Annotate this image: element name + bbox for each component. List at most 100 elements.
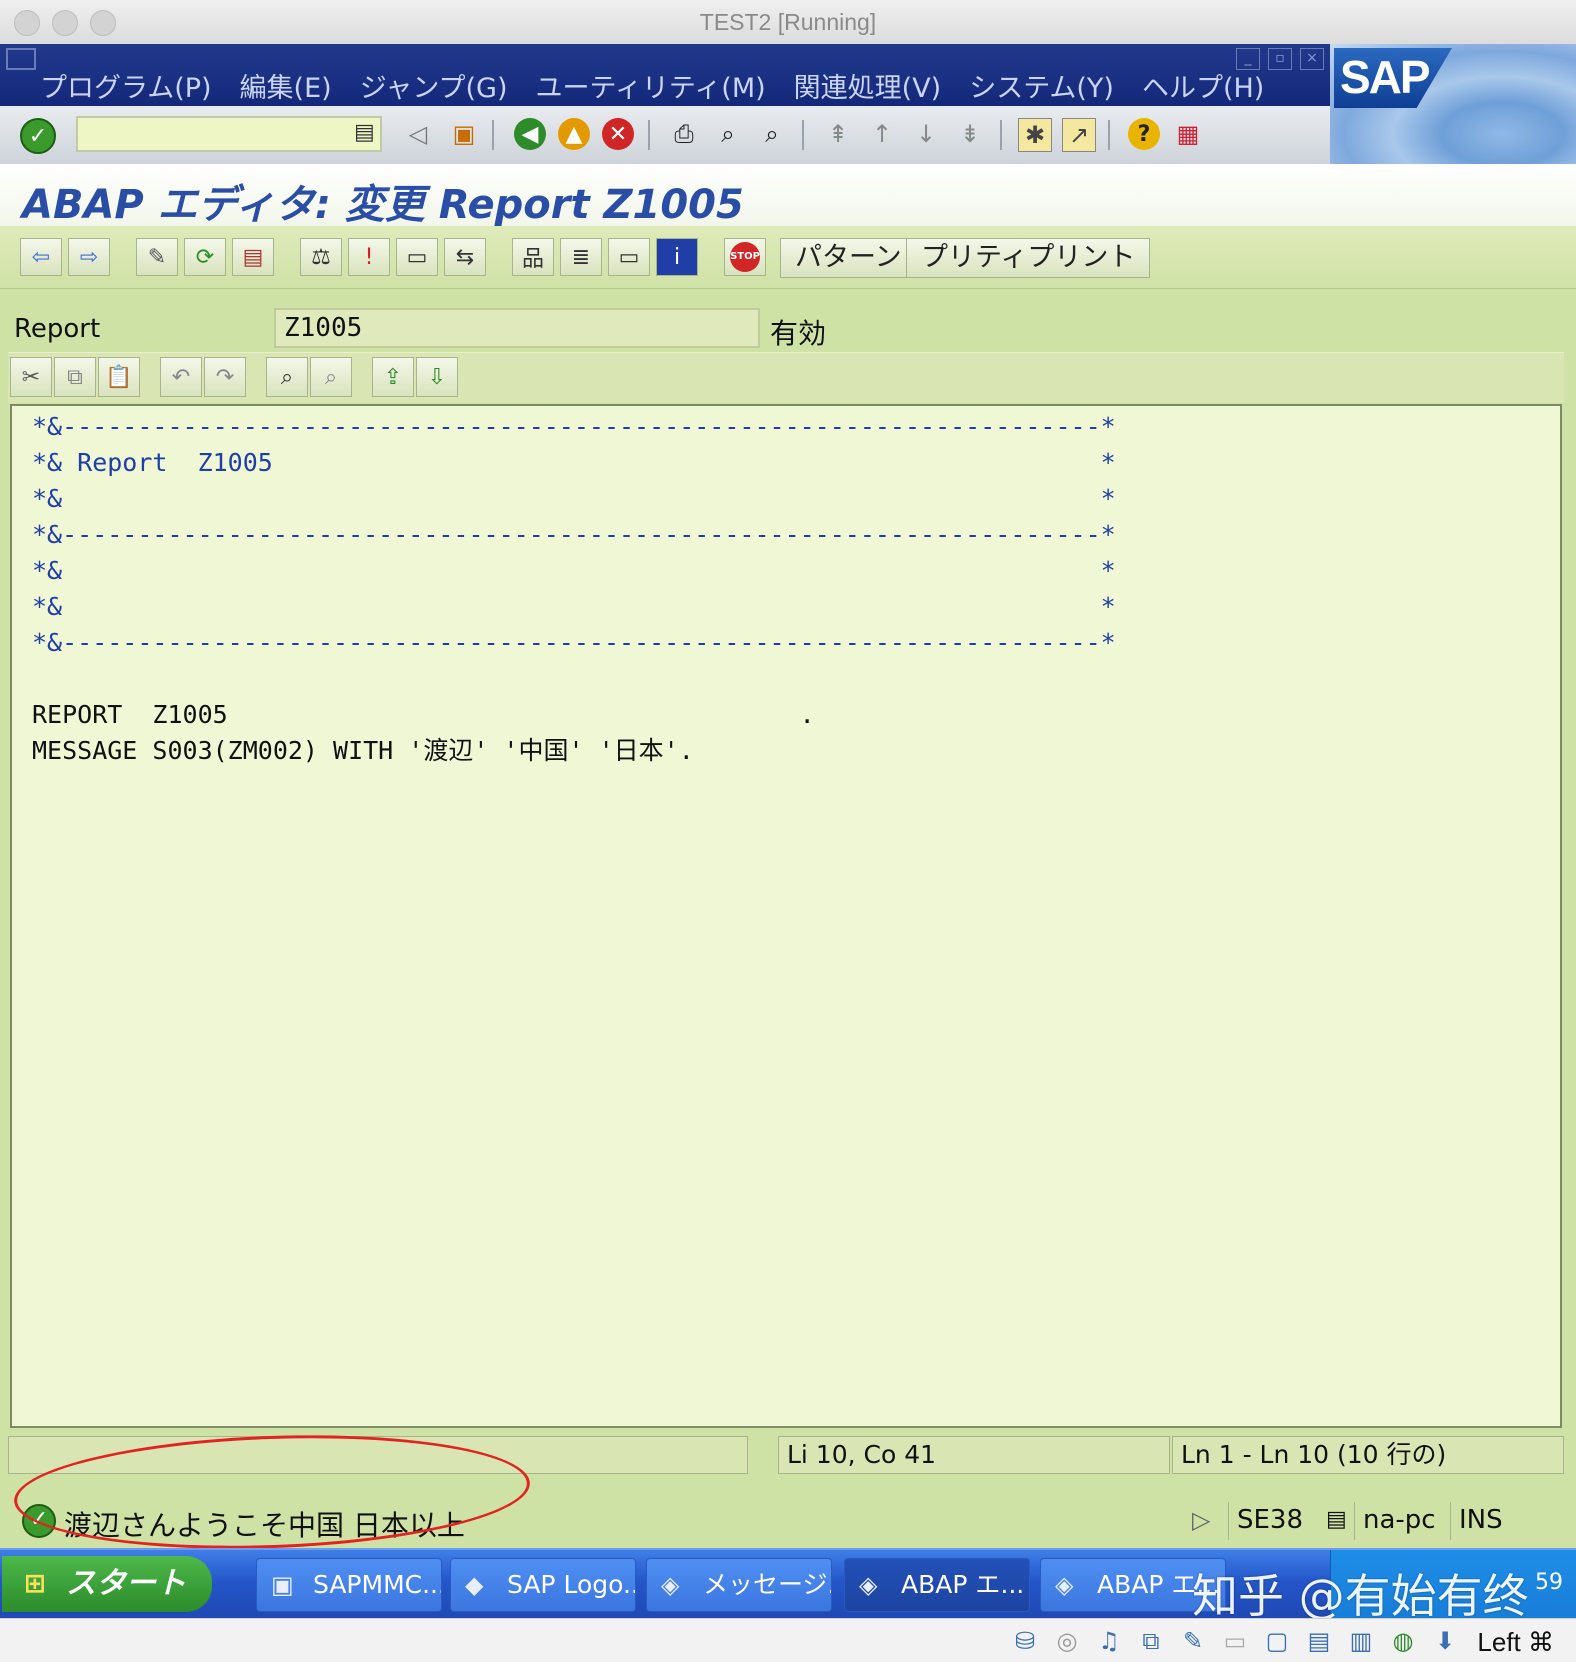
taskbar-item-sap-logon[interactable]: ◆ SAP Logo... <box>450 1558 636 1612</box>
save-icon[interactable]: ▣ <box>448 118 480 150</box>
menu-environment[interactable]: 関連処理(V) <box>794 66 942 105</box>
cpu-icon[interactable]: ▥ <box>1346 1627 1376 1655</box>
menu-utilities[interactable]: ユーティリティ(M) <box>536 66 766 105</box>
back-icon[interactable]: ◀ <box>514 118 546 150</box>
guest-additions-icon[interactable]: ◍ <box>1388 1627 1418 1655</box>
check-syntax-icon[interactable]: ⚖ <box>300 238 342 276</box>
shortcut-icon[interactable]: ↗ <box>1062 118 1096 152</box>
layout-menu-icon[interactable]: ▦ <box>1172 118 1204 150</box>
taskbar-item-messages[interactable]: ◈ メッセージ... <box>646 1558 832 1612</box>
display-object-list-icon[interactable]: ▭ <box>608 238 650 276</box>
object-list-icon[interactable]: 品 <box>512 238 554 276</box>
menu-edit[interactable]: 編集(E) <box>240 66 332 105</box>
sap-logon-icon: ◆ <box>465 1571 484 1599</box>
server-name: na-pc <box>1354 1502 1450 1540</box>
command-field[interactable] <box>76 116 382 152</box>
taskbar-item-sapmmc[interactable]: ▣ SAPMMC... <box>256 1558 442 1612</box>
display-icon[interactable]: ▢ <box>1262 1627 1292 1655</box>
cancel-icon[interactable]: ✕ <box>602 118 634 150</box>
breakpoint-stop-icon[interactable]: STOP <box>724 238 766 276</box>
sap-gui-icon: ◈ <box>1055 1571 1074 1599</box>
network-icon[interactable]: ⧉ <box>1136 1627 1166 1655</box>
shared-folder-icon[interactable]: ▭ <box>1220 1627 1250 1655</box>
undo-icon[interactable]: ↶ <box>160 357 202 397</box>
mouse-integration-icon[interactable]: ⬇ <box>1430 1627 1460 1655</box>
test-icon[interactable]: ▭ <box>396 238 438 276</box>
active-inactive-icon[interactable]: ⟳ <box>184 238 226 276</box>
code-line[interactable]: REPORT Z1005 . <box>32 700 815 730</box>
windows-logo-icon: ⊞ <box>24 1569 46 1599</box>
minimize-icon[interactable]: _ <box>1236 48 1260 70</box>
insert-mode[interactable]: INS <box>1450 1502 1530 1540</box>
paste-icon[interactable]: 📋 <box>98 357 140 397</box>
code-line[interactable]: *& * <box>32 556 1116 586</box>
find-next-icon[interactable]: ⌕ <box>756 118 788 150</box>
start-label: スタート <box>66 1566 186 1601</box>
system-menu-icon[interactable] <box>6 48 36 70</box>
new-session-icon[interactable]: ✱ <box>1018 118 1052 152</box>
report-label: Report <box>14 314 101 344</box>
tray-clock: 59 <box>1535 1570 1563 1595</box>
audio-icon[interactable]: ♫ <box>1094 1627 1124 1655</box>
redo-icon[interactable]: ↷ <box>204 357 246 397</box>
other-object-icon[interactable]: ▤ <box>232 238 274 276</box>
vm-window: TEST2 [Running] プログラム(P) 編集(E) ジャンプ(G) ユ… <box>0 0 1576 1662</box>
transaction-code: SE38 <box>1228 1502 1328 1540</box>
taskbar-item-abap-editor-active[interactable]: ◈ ABAP エ... <box>844 1558 1030 1612</box>
menu-help[interactable]: ヘルプ(H) <box>1142 66 1264 105</box>
download-icon[interactable]: ⇩ <box>416 357 458 397</box>
editor-toolbar: ✂ ⧉ 📋 ↶ ↷ ⌕ ⌕ ⇪ ⇩ <box>8 352 1564 403</box>
mac-title-bar: TEST2 [Running] <box>0 0 1576 45</box>
code-line[interactable]: *&--------------------------------------… <box>32 520 1116 550</box>
status-expand-icon[interactable]: ▷ <box>1184 1502 1210 1540</box>
pretty-print-button[interactable]: プリティプリント <box>906 238 1151 278</box>
code-editor[interactable]: *&--------------------------------------… <box>10 404 1562 1428</box>
next-page-icon[interactable]: ↓ <box>910 118 942 150</box>
restore-icon[interactable]: ▫ <box>1268 48 1292 70</box>
video-capture-icon[interactable]: ▤ <box>1304 1627 1334 1655</box>
activate-icon[interactable]: ! <box>348 238 390 276</box>
exit-icon[interactable]: ▲ <box>558 118 590 150</box>
system-info-icon[interactable]: ▤ <box>1318 1502 1348 1540</box>
first-page-icon[interactable]: ⇞ <box>822 118 854 150</box>
usb-icon[interactable]: ✎ <box>1178 1627 1208 1655</box>
session-window-controls: _ ▫ × <box>1236 48 1324 70</box>
menu-goto[interactable]: ジャンプ(G) <box>360 66 508 105</box>
code-line[interactable]: *& * <box>32 592 1116 622</box>
previous-page-icon[interactable]: ↑ <box>866 118 898 150</box>
find-replace-icon[interactable]: ⌕ <box>266 357 308 397</box>
copy-icon[interactable]: ⧉ <box>54 357 96 397</box>
forward-arrow-icon[interactable]: ⇨ <box>68 238 110 276</box>
help-icon[interactable]: ? <box>1128 118 1160 150</box>
where-used-icon[interactable]: ⇆ <box>444 238 486 276</box>
previous-icon[interactable]: ◁ <box>402 118 434 150</box>
watermark: 知乎 @有始有终 <box>1192 1569 1529 1623</box>
navigation-window-icon[interactable]: ≣ <box>560 238 602 276</box>
hard-disk-icon[interactable]: ⛁ <box>1010 1627 1040 1655</box>
info-icon[interactable]: i <box>656 238 698 276</box>
code-line[interactable]: *&--------------------------------------… <box>32 412 1116 442</box>
close-icon[interactable]: × <box>1300 48 1324 70</box>
find-next-edit-icon[interactable]: ⌕ <box>310 357 352 397</box>
start-button[interactable]: ⊞ スタート <box>2 1556 212 1612</box>
cut-icon[interactable]: ✂ <box>10 357 52 397</box>
code-line[interactable]: *&--------------------------------------… <box>32 628 1116 658</box>
print-icon[interactable]: ⎙ <box>668 118 700 150</box>
menu-program[interactable]: プログラム(P) <box>40 66 212 105</box>
cursor-position: Li 10, Co 41 <box>778 1436 1170 1474</box>
back-arrow-icon[interactable]: ⇦ <box>20 238 62 276</box>
find-icon[interactable]: ⌕ <box>712 118 744 150</box>
menu-system[interactable]: システム(Y) <box>969 66 1114 105</box>
upload-icon[interactable]: ⇪ <box>372 357 414 397</box>
standard-toolbar: ✓ ▤ ◁ ▣ ◀ ▲ ✕ ⎙ ⌕ ⌕ ⇞ ↑ ↓ ⇟ ✱ ↗ ? ▦ <box>0 106 1330 165</box>
code-line[interactable]: MESSAGE S003(ZM002) WITH '渡辺' '中国' '日本'. <box>32 736 694 766</box>
last-page-icon[interactable]: ⇟ <box>954 118 986 150</box>
code-line[interactable]: *& * <box>32 484 1116 514</box>
display-change-icon[interactable]: ✎ <box>136 238 178 276</box>
enter-check-icon[interactable]: ✓ <box>20 118 56 154</box>
optical-drive-icon[interactable]: ◎ <box>1052 1627 1082 1655</box>
pattern-button[interactable]: パターン <box>780 238 917 278</box>
report-name-field[interactable]: Z1005 <box>274 308 760 348</box>
report-status: 有効 <box>770 317 827 350</box>
code-line[interactable]: *& Report Z1005 * <box>32 448 1116 478</box>
